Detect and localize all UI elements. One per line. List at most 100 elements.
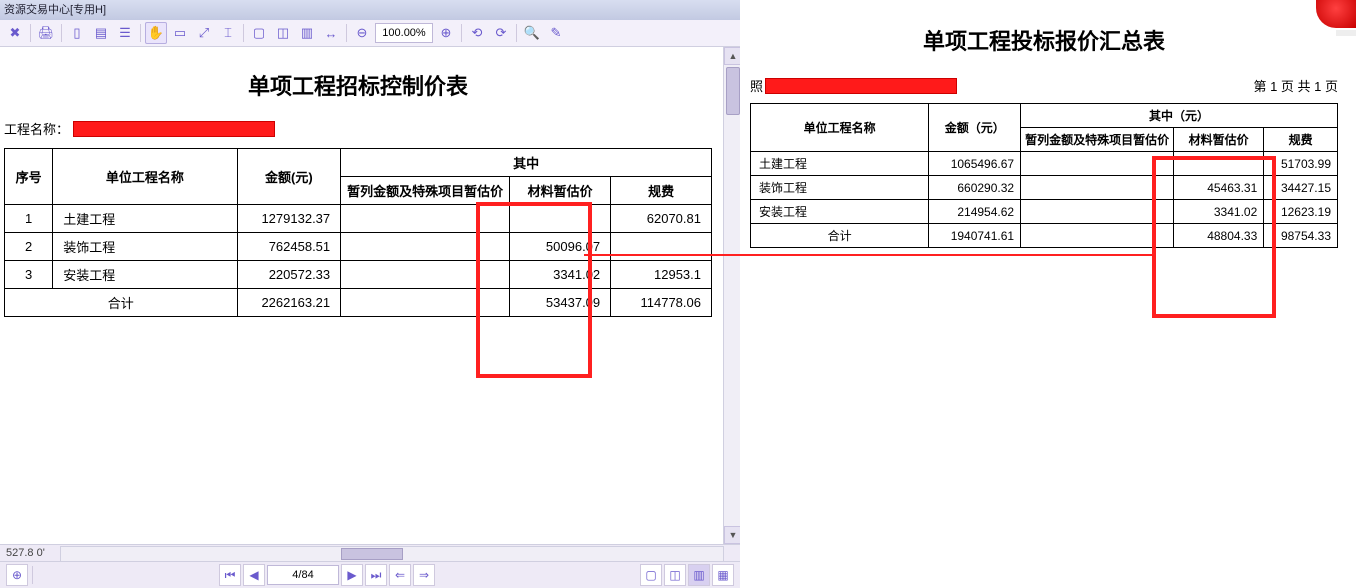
- project-name-row: 工程名称：: [4, 119, 712, 138]
- col-name: 单位工程名称: [751, 104, 929, 152]
- separator: [243, 24, 244, 42]
- col-c1: 暂列金额及特殊项目暂估价: [1021, 128, 1174, 152]
- cell-amount: 660290.32: [929, 176, 1021, 200]
- col-amount: 金额(元): [237, 149, 341, 205]
- col-name: 单位工程名称: [53, 149, 237, 205]
- hand-tool-icon[interactable]: ✋: [145, 22, 167, 44]
- continuous-icon[interactable]: ▥: [296, 22, 318, 44]
- cell-c3: [611, 233, 712, 261]
- zoom-out-icon[interactable]: ⊖: [351, 22, 373, 44]
- select-tool-icon[interactable]: ▭: [169, 22, 191, 44]
- horizontal-scrollbar[interactable]: [60, 546, 724, 562]
- right-compare-pane: 单项工程投标报价汇总表 照 第 1 页 共 1 页 单位工程名称 金额（元） 其…: [740, 0, 1356, 588]
- rotate-ccw-icon[interactable]: ⟲: [466, 22, 488, 44]
- cell-total-c2: 53437.09: [510, 289, 611, 317]
- search-icon[interactable]: 🔍: [521, 22, 543, 44]
- redaction-bar: [765, 78, 957, 94]
- table-row: 安装工程 214954.62 3341.02 12623.19: [751, 200, 1338, 224]
- col-c1: 暂列金额及特殊项目暂估价: [341, 177, 510, 205]
- cursor-coords: 527.8 0': [6, 547, 45, 559]
- cell-seq: 1: [5, 205, 53, 233]
- cell-name: 装饰工程: [751, 176, 929, 200]
- cell-total-c3: 114778.06: [611, 289, 712, 317]
- scroll-up-icon[interactable]: ▲: [724, 47, 740, 65]
- outline-icon[interactable]: ☰: [114, 22, 136, 44]
- right-document: 单项工程投标报价汇总表 照 第 1 页 共 1 页 单位工程名称 金额（元） 其…: [740, 0, 1356, 256]
- cell-total-c1: [1021, 224, 1174, 248]
- redaction-bar: [73, 121, 275, 137]
- separator: [61, 24, 62, 42]
- tools-icon[interactable]: ✎: [545, 22, 567, 44]
- cell-c2: 3341.02: [510, 261, 611, 289]
- col-seq: 序号: [5, 149, 53, 205]
- table-header-row: 单位工程名称 金额（元） 其中（元）: [751, 104, 1338, 128]
- separator: [461, 24, 462, 42]
- cell-name: 安装工程: [53, 261, 237, 289]
- prev-view-icon[interactable]: ⇐: [389, 564, 411, 586]
- cell-total-c1: [341, 289, 510, 317]
- cell-c1: [1021, 152, 1174, 176]
- page-input[interactable]: 4/84: [267, 565, 339, 585]
- cell-seq: 2: [5, 233, 53, 261]
- text-select-icon[interactable]: ⌶: [217, 22, 239, 44]
- cell-total-amount: 1940741.61: [929, 224, 1021, 248]
- right-price-table: 单位工程名称 金额（元） 其中（元） 暂列金额及特殊项目暂估价 材料暂估价 规费…: [750, 103, 1338, 248]
- separator: [140, 24, 141, 42]
- close-icon[interactable]: ✖: [4, 22, 26, 44]
- cell-c3: 62070.81: [611, 205, 712, 233]
- layout-c-icon[interactable]: ▥: [688, 564, 710, 586]
- print-icon[interactable]: 🖨: [35, 22, 57, 44]
- cell-amount: 762458.51: [237, 233, 341, 261]
- layout-a-icon[interactable]: ▢: [640, 564, 662, 586]
- add-icon[interactable]: ⊕: [6, 564, 28, 586]
- cell-seq: 3: [5, 261, 53, 289]
- col-c2: 材料暂估价: [510, 177, 611, 205]
- separator: [30, 24, 31, 42]
- cell-amount: 1065496.67: [929, 152, 1021, 176]
- single-page-icon[interactable]: ▢: [248, 22, 270, 44]
- table-total-row: 合计 1940741.61 48804.33 98754.33: [751, 224, 1338, 248]
- cell-total-c2: 48804.33: [1174, 224, 1264, 248]
- col-c2: 材料暂估价: [1174, 128, 1264, 152]
- document-viewport[interactable]: 单项工程招标控制价表 工程名称： 序号 单位工程名称 金额(元) 其中 暂列金额…: [0, 47, 740, 544]
- cell-amount: 1279132.37: [237, 205, 341, 233]
- zoom-input[interactable]: 100.00%: [375, 23, 433, 43]
- page-icon[interactable]: ▯: [66, 22, 88, 44]
- facing-icon[interactable]: ◫: [272, 22, 294, 44]
- cell-c2: 50096.07: [510, 233, 611, 261]
- table-row: 土建工程 1065496.67 51703.99: [751, 152, 1338, 176]
- next-view-icon[interactable]: ⇒: [413, 564, 435, 586]
- scroll-down-icon[interactable]: ▼: [724, 526, 740, 544]
- rotate-cw-icon[interactable]: ⟳: [490, 22, 512, 44]
- cell-c1: [341, 261, 510, 289]
- scroll-thumb[interactable]: [726, 67, 740, 115]
- left-title: 单项工程招标控制价表: [4, 69, 712, 101]
- col-mid: 其中（元）: [1021, 104, 1338, 128]
- prev-page-icon[interactable]: ◀: [243, 564, 265, 586]
- next-page-icon[interactable]: ▶: [341, 564, 363, 586]
- table-row: 3 安装工程 220572.33 3341.02 12953.1: [5, 261, 712, 289]
- layout-b-icon[interactable]: ◫: [664, 564, 686, 586]
- last-page-icon[interactable]: ⏭: [365, 564, 387, 586]
- hscroll-thumb[interactable]: [341, 548, 403, 560]
- table-row: 装饰工程 660290.32 45463.31 34427.15: [751, 176, 1338, 200]
- fit-width-icon[interactable]: ↔: [320, 22, 342, 44]
- table-row: 1 土建工程 1279132.37 62070.81: [5, 205, 712, 233]
- col-c3: 规费: [611, 177, 712, 205]
- layout-d-icon[interactable]: ▦: [712, 564, 734, 586]
- right-label-row: 照 第 1 页 共 1 页: [750, 76, 1338, 95]
- cell-c1: [1021, 176, 1174, 200]
- cell-c2: 3341.02: [1174, 200, 1264, 224]
- zoom-in-icon[interactable]: ⊕: [435, 22, 457, 44]
- vertical-scrollbar[interactable]: ▲ ▼: [723, 47, 740, 544]
- table-total-row: 合计 2262163.21 53437.09 114778.06: [5, 289, 712, 317]
- snapshot-icon[interactable]: ⤢: [193, 22, 215, 44]
- col-mid: 其中: [341, 149, 712, 177]
- first-page-icon[interactable]: ⏮: [219, 564, 241, 586]
- cell-c3: 12953.1: [611, 261, 712, 289]
- cell-name: 装饰工程: [53, 233, 237, 261]
- cell-c3: 51703.99: [1264, 152, 1338, 176]
- book-icon[interactable]: ▤: [90, 22, 112, 44]
- corner-tab-shadow: [1336, 30, 1356, 36]
- status-bar: 527.8 0': [0, 544, 740, 561]
